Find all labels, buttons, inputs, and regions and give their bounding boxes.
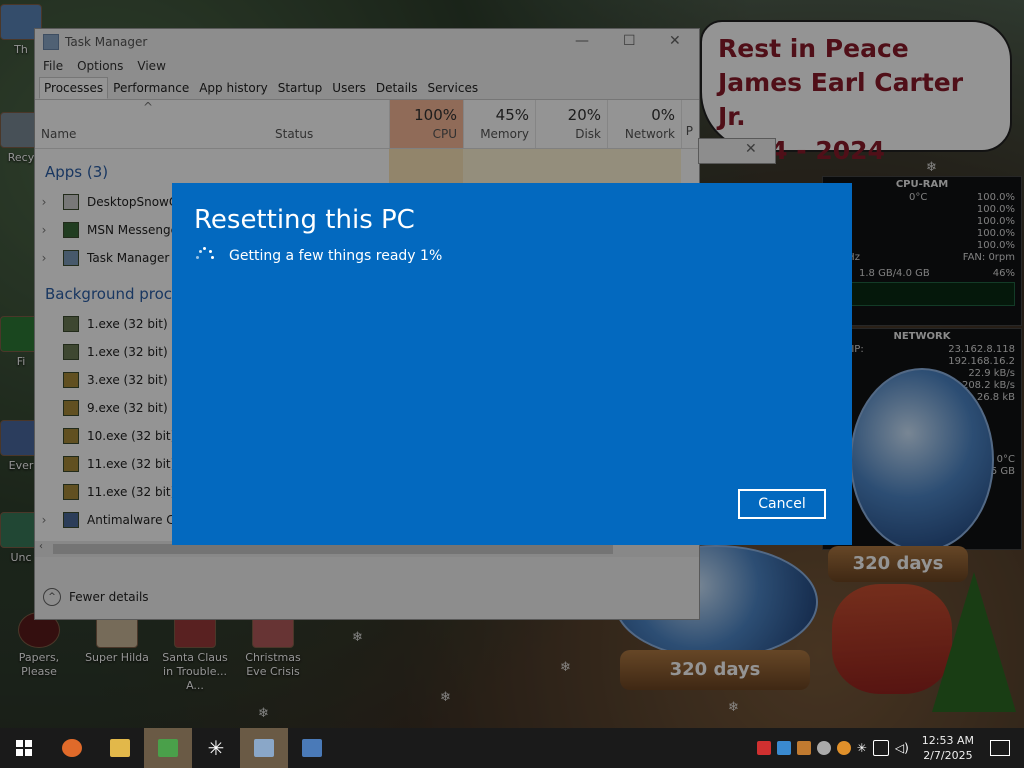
progress-status: Getting a few things ready 1%: [196, 247, 442, 265]
volume-icon[interactable]: ◁): [895, 741, 909, 755]
search-icon[interactable]: [836, 741, 851, 755]
dialog-title: Resetting this PC: [194, 205, 415, 235]
snowflake-icon[interactable]: ✳: [857, 741, 867, 755]
clock-time: 12:53 AM: [921, 734, 974, 747]
start-button[interactable]: [0, 728, 48, 768]
folder-icon: [110, 739, 130, 757]
clock[interactable]: 12:53 AM 2/7/2025: [922, 733, 974, 763]
taskbar: ✳ ✳ ◁) 12:53 AM 2/7/2025: [0, 728, 1024, 768]
drop-icon[interactable]: [816, 741, 831, 755]
spinner-icon: [196, 247, 214, 265]
app-tray-icon[interactable]: [776, 741, 791, 755]
taskbar-desktopsnow[interactable]: ✳: [192, 728, 240, 768]
task-manager-icon: [254, 739, 274, 757]
gift-icon[interactable]: [796, 741, 811, 755]
security-icon[interactable]: [756, 741, 771, 755]
taskbar-task-manager[interactable]: [240, 728, 288, 768]
taskbar-firefox[interactable]: [48, 728, 96, 768]
reset-pc-dialog: Resetting this PC Getting a few things r…: [172, 183, 852, 545]
system-tray: ✳ ◁) 12:53 AM 2/7/2025: [754, 728, 1024, 768]
taskbar-file-explorer[interactable]: [96, 728, 144, 768]
cancel-button[interactable]: Cancel: [738, 489, 826, 519]
firefox-icon: [62, 739, 82, 757]
taskbar-window[interactable]: [288, 728, 336, 768]
snowflake-app-icon: ✳: [207, 736, 225, 760]
network-icon[interactable]: [872, 740, 889, 756]
notifications-icon[interactable]: [990, 740, 1010, 756]
progress-text: Getting a few things ready 1%: [229, 248, 443, 264]
windows-logo-icon: [16, 740, 32, 756]
messenger-icon: [158, 739, 178, 757]
clock-date: 2/7/2025: [923, 749, 973, 762]
taskbar-msn[interactable]: [144, 728, 192, 768]
window-icon: [302, 739, 322, 757]
